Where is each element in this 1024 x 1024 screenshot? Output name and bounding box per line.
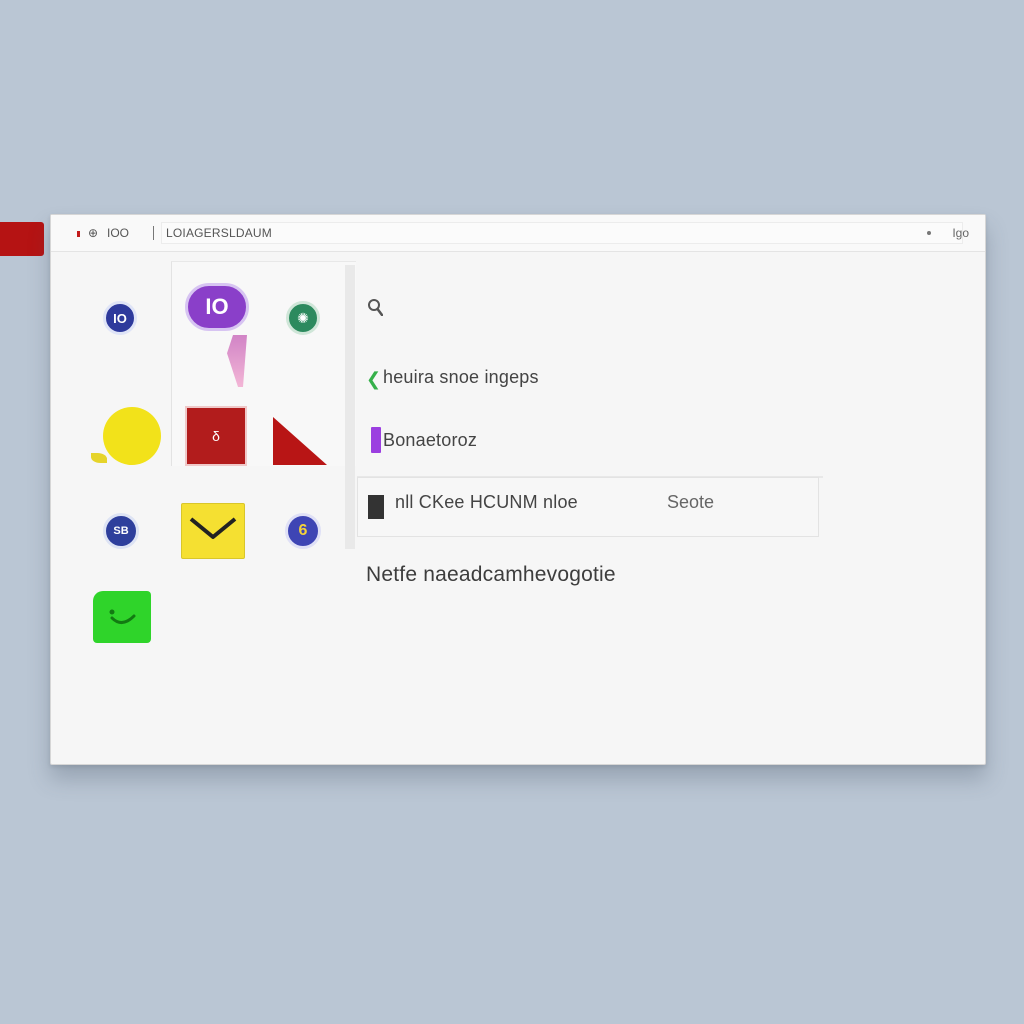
tab-plus-icon[interactable]: ⊕ — [88, 226, 98, 240]
sb-app-label: SB — [113, 525, 129, 537]
address-bar[interactable]: LOIAGERSLDAUM — [161, 222, 963, 244]
note-text: Netfe naeadcamhevogotie — [366, 563, 616, 586]
chat-bubble-label: IO — [205, 294, 229, 319]
green-chat-app-icon[interactable] — [93, 591, 151, 643]
sun-leaf-icon — [91, 453, 107, 463]
menu-dot-icon[interactable] — [927, 231, 931, 235]
address-text: LOIAGERSLDAUM — [166, 226, 272, 240]
globe-app-icon[interactable]: ✺ — [286, 301, 320, 335]
six-app-icon[interactable]: 6 — [285, 513, 321, 549]
black-bar-icon — [368, 495, 384, 519]
content-row-1[interactable]: heuira snoe ingeps — [383, 367, 539, 388]
panel-scroll-rail[interactable] — [345, 265, 355, 549]
sun-app-icon[interactable] — [103, 407, 161, 465]
smile-icon — [109, 609, 136, 624]
green-arrow-icon: ❮ — [366, 369, 382, 389]
six-app-label: 6 — [298, 522, 308, 539]
row-side-label[interactable]: Seote — [667, 492, 714, 513]
app-ia-label: IO — [113, 310, 127, 326]
book-glyph: δ — [212, 428, 220, 444]
mail-app-icon[interactable] — [181, 503, 245, 559]
content-row-2[interactable]: Bonaetoroz — [383, 430, 477, 451]
sb-app-icon[interactable]: SB — [103, 513, 139, 549]
search-icon[interactable] — [367, 298, 383, 316]
app-window: ⊕ IOO LOIAGERSLDAUM Igo IO IO ✺ δ SB 6 ❮… — [50, 214, 986, 765]
app-ia-icon[interactable]: IO — [103, 301, 137, 335]
globe-glyph: ✺ — [297, 309, 309, 326]
chat-bubble-app-icon[interactable]: IO — [185, 283, 249, 331]
title-divider — [153, 226, 154, 240]
purple-bar-icon — [371, 427, 381, 453]
window-control-label[interactable]: Igo — [952, 226, 969, 240]
title-bar: ⊕ IOO LOIAGERSLDAUM Igo — [51, 215, 985, 252]
close-dot-icon[interactable] — [77, 231, 80, 237]
window-title: IOO — [107, 226, 130, 240]
content-row-3[interactable]: nll CKee HCUNM nloe — [395, 492, 578, 513]
edge-red-tab[interactable] — [0, 222, 44, 256]
book-app-icon[interactable]: δ — [185, 406, 247, 466]
envelope-icon — [189, 517, 237, 539]
